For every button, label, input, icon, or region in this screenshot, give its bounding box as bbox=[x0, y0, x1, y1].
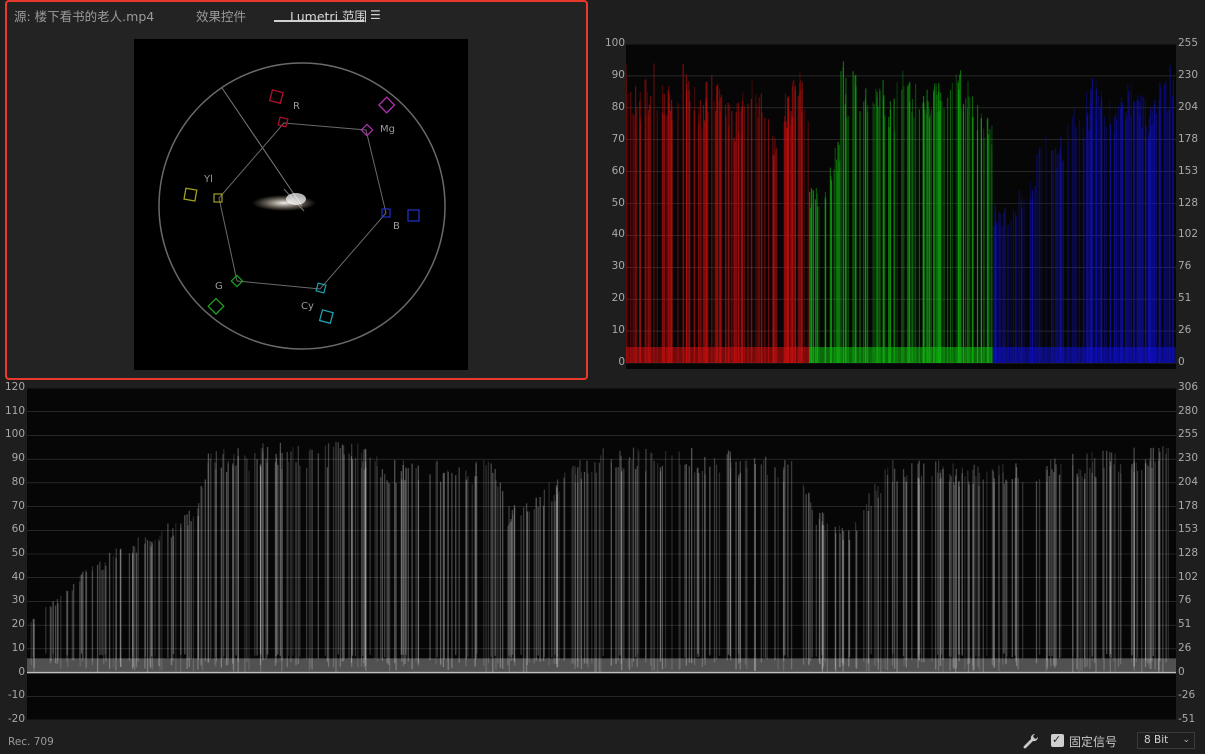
check-icon: ✓ bbox=[1052, 733, 1062, 746]
scale-tick-label: 40 bbox=[611, 228, 625, 241]
hamburger-icon[interactable]: ☰ bbox=[370, 8, 381, 22]
scale-tick-label: 128 bbox=[1178, 547, 1199, 559]
scale-tick-label: 204 bbox=[1178, 475, 1199, 488]
scale-tick-label: 128 bbox=[1178, 196, 1199, 209]
scale-tick-label: 26 bbox=[1178, 641, 1192, 654]
scale-tick-label: 178 bbox=[1178, 132, 1199, 145]
scale-tick-label: 100 bbox=[4, 428, 25, 441]
scale-tick-label: 26 bbox=[1178, 324, 1192, 337]
scale-tick-label: 51 bbox=[1178, 292, 1192, 305]
scale-tick-label: 0 bbox=[18, 665, 25, 678]
active-tab-indicator bbox=[274, 20, 364, 22]
scale-tick-label: 30 bbox=[611, 260, 625, 273]
target-cy-outer bbox=[318, 309, 334, 325]
color-standard-label: Rec. 709 bbox=[8, 736, 54, 748]
rgb-parade-graph bbox=[625, 43, 1176, 364]
scale-tick-label: 0 bbox=[618, 356, 625, 368]
scale-tick-label: 60 bbox=[611, 164, 625, 177]
target-b-outer bbox=[407, 209, 420, 222]
scale-tick-label: 0 bbox=[1178, 356, 1185, 368]
scale-tick-label: 153 bbox=[1178, 164, 1199, 177]
scale-tick-label: 51 bbox=[1178, 618, 1192, 631]
scale-tick-label: -10 bbox=[7, 689, 25, 702]
scale-tick-label: 76 bbox=[1178, 260, 1192, 273]
scale-tick-label: 102 bbox=[1178, 228, 1199, 241]
scale-tick-label: 70 bbox=[611, 132, 625, 145]
scale-tick-label: -20 bbox=[7, 713, 25, 725]
scale-tick-label: 306 bbox=[1178, 381, 1199, 393]
scale-tick-label: 30 bbox=[11, 594, 25, 607]
target-yl-outer bbox=[183, 187, 198, 202]
scale-tick-label: 120 bbox=[4, 381, 25, 393]
scale-tick-label: 90 bbox=[11, 452, 25, 465]
scale-tick-label: 50 bbox=[11, 547, 25, 559]
label-yl: Yl bbox=[203, 174, 213, 185]
label-r: R bbox=[293, 101, 300, 112]
scale-tick-label: 80 bbox=[11, 475, 25, 488]
tab-lumetri-scopes[interactable]: Lumetri 范围 bbox=[290, 6, 367, 25]
scale-tick-label: -26 bbox=[1178, 689, 1196, 702]
scale-tick-label: 90 bbox=[611, 68, 625, 81]
luma-waveform-graph bbox=[27, 387, 1176, 721]
scale-tick-label: 255 bbox=[1178, 37, 1199, 49]
scale-tick-label: 230 bbox=[1178, 452, 1199, 465]
rgb-parade bbox=[625, 43, 1176, 369]
bitdepth-dropdown[interactable]: 8 Bit ⌄ bbox=[1137, 732, 1195, 749]
clamp-signal-label: 固定信号 bbox=[1069, 735, 1118, 749]
scale-tick-label: 60 bbox=[11, 523, 25, 536]
vectorscope-graph: R Mg B Cy G Yl bbox=[158, 62, 446, 350]
target-g-outer bbox=[207, 297, 225, 315]
skin-tone-line bbox=[221, 87, 303, 207]
target-mg-outer bbox=[378, 96, 396, 114]
scale-tick-label: 153 bbox=[1178, 523, 1199, 536]
tab-effect-controls[interactable]: 效果控件 bbox=[196, 6, 246, 25]
scale-tick-label: 10 bbox=[11, 641, 25, 654]
scale-tick-label: 204 bbox=[1178, 100, 1199, 113]
scale-tick-label: 80 bbox=[611, 100, 625, 113]
label-b: B bbox=[393, 221, 400, 232]
scale-tick-label: 280 bbox=[1178, 404, 1199, 417]
scale-tick-label: 70 bbox=[11, 499, 25, 512]
target-r-inner bbox=[277, 116, 289, 128]
vector-trace bbox=[252, 195, 316, 211]
vectorscope: R Mg B Cy G Yl bbox=[134, 39, 468, 370]
tab-source[interactable]: 源: 楼下看书的老人.mp4 bbox=[14, 6, 154, 25]
label-cy: Cy bbox=[301, 301, 314, 312]
chevron-down-icon: ⌄ bbox=[1182, 735, 1190, 745]
scale-tick-label: 10 bbox=[611, 324, 625, 337]
scale-tick-label: 100 bbox=[604, 37, 625, 49]
bitdepth-value: 8 Bit bbox=[1144, 734, 1169, 746]
scale-tick-label: 110 bbox=[4, 404, 25, 417]
scale-tick-label: -51 bbox=[1178, 713, 1196, 725]
scale-tick-label: 102 bbox=[1178, 570, 1199, 583]
label-g: G bbox=[215, 281, 223, 292]
scale-tick-label: 230 bbox=[1178, 68, 1199, 81]
scale-tick-label: 0 bbox=[1178, 665, 1185, 678]
target-r-outer bbox=[268, 89, 284, 105]
scale-tick-label: 20 bbox=[11, 618, 25, 631]
scale-tick-label: 178 bbox=[1178, 499, 1199, 512]
scale-tick-label: 76 bbox=[1178, 594, 1192, 607]
luma-waveform bbox=[27, 387, 1176, 721]
wrench-icon[interactable] bbox=[1023, 733, 1041, 749]
scale-tick-label: 20 bbox=[611, 292, 625, 305]
label-mg: Mg bbox=[380, 124, 395, 135]
scale-tick-label: 50 bbox=[611, 196, 625, 209]
scale-tick-label: 255 bbox=[1178, 428, 1199, 441]
scale-tick-label: 40 bbox=[11, 570, 25, 583]
